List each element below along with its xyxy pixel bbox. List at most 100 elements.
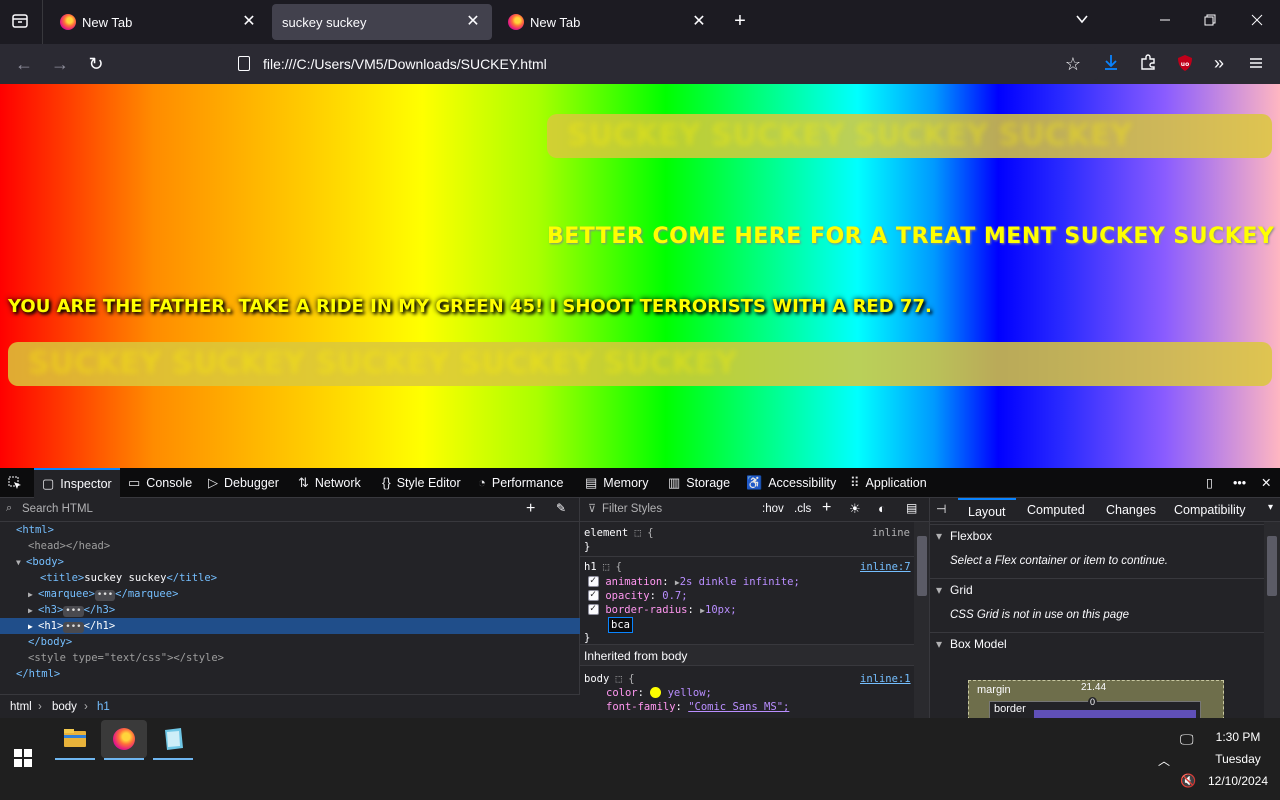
reload-icon[interactable]: ↻ <box>84 54 108 74</box>
breadcrumb-html[interactable]: html <box>10 701 32 713</box>
tab-computed[interactable]: Computed <box>1027 498 1085 522</box>
tab-performance[interactable]: ◔ Performance <box>478 468 563 498</box>
windows-start-icon[interactable] <box>14 749 32 772</box>
scrollbar-thumb[interactable] <box>917 536 927 596</box>
expand-arrow-icon[interactable]: ▶ <box>28 619 38 635</box>
hamburger-menu-icon[interactable] <box>1244 54 1268 74</box>
close-tab-icon[interactable]: ✕ <box>464 13 482 31</box>
search-html-field[interactable]: ⌕ Search HTML + ✎ <box>0 498 580 522</box>
tab-debugger[interactable]: ▷ Debugger <box>208 468 279 498</box>
restore-window-button[interactable] <box>1200 12 1220 32</box>
firefox-taskbar-icon[interactable] <box>101 720 147 760</box>
expand-arrow-icon[interactable]: ▼ <box>16 555 26 571</box>
property-animation[interactable]: animation: ▶2s dinkle infinite; <box>588 574 800 590</box>
downloads-icon[interactable] <box>1099 53 1123 75</box>
tab-storage[interactable]: ▥ Storage <box>668 468 730 498</box>
property-border-radius[interactable]: border-radius: ▶10px; <box>588 602 737 618</box>
collapsed-badge[interactable]: ••• <box>63 606 84 617</box>
tab-memory[interactable]: ▤ Memory <box>585 468 648 498</box>
scrollbar-thumb[interactable] <box>1267 536 1277 596</box>
toggle-sidebar-icon[interactable]: ⊣ <box>936 502 946 516</box>
more-options-icon[interactable]: ••• <box>1233 468 1246 498</box>
show-hidden-icons-chevron[interactable]: ︿ <box>1158 752 1170 769</box>
tab-accessibility[interactable]: ♿ Accessibility <box>746 468 836 498</box>
network-icon[interactable]: 🖵 <box>1180 731 1194 748</box>
hover-states-button[interactable]: :hov <box>762 503 784 515</box>
tab-console[interactable]: ▭ Console <box>128 468 192 498</box>
border-top-value[interactable]: 0 <box>1088 697 1098 707</box>
flexbox-section-header[interactable]: Flexbox <box>930 524 1264 547</box>
tab-inspector[interactable]: ▢ Inspector <box>34 468 120 498</box>
dark-scheme-icon[interactable]: ◐ <box>878 501 886 516</box>
node-body[interactable]: ▼ <body> <box>16 554 64 570</box>
property-opacity[interactable]: opacity: 0.7; <box>588 588 688 603</box>
node-html-close[interactable]: </html> <box>16 666 60 682</box>
body-rule-source-link[interactable]: inline:1 <box>860 672 911 686</box>
add-rule-icon[interactable]: + <box>822 499 831 517</box>
tab-changes[interactable]: Changes <box>1106 498 1156 522</box>
close-tab-icon[interactable]: ✕ <box>690 13 708 31</box>
new-property-input[interactable]: bca <box>608 617 633 633</box>
layout-scrollbar[interactable] <box>1264 522 1280 718</box>
url-text[interactable]: file:///C:/Users/VM5/Downloads/SUCKEY.ht… <box>263 56 547 72</box>
property-checkbox[interactable] <box>588 602 599 616</box>
chevron-down-icon[interactable]: ▾ <box>1268 502 1273 513</box>
node-style[interactable]: <style type="text/css"></style> <box>28 650 224 666</box>
collapsed-badge[interactable]: ••• <box>63 622 84 633</box>
expand-arrow-icon[interactable]: ▶ <box>28 603 38 619</box>
tab-layout[interactable]: Layout <box>958 498 1016 522</box>
class-toggle-button[interactable]: .cls <box>794 503 811 515</box>
tab-application[interactable]: ⠿ Application <box>850 468 927 498</box>
property-color[interactable]: color: yellow; <box>606 686 712 700</box>
file-explorer-icon[interactable] <box>55 720 95 760</box>
expand-arrow-icon[interactable]: ▶ <box>28 587 38 603</box>
ublock-origin-icon[interactable]: uo <box>1173 54 1197 76</box>
tab-groups-icon[interactable] <box>10 12 30 36</box>
rules-scrollbar[interactable] <box>914 522 929 718</box>
property-checkbox[interactable] <box>588 588 599 602</box>
light-scheme-sun-icon[interactable]: ☀ <box>849 501 861 517</box>
overflow-chevrons-icon[interactable]: » <box>1207 53 1231 73</box>
dock-side-icon[interactable]: ▯ <box>1206 468 1213 498</box>
close-devtools-icon[interactable]: ✕ <box>1261 468 1271 498</box>
tab-new-tab-1[interactable]: New Tab ✕ <box>46 4 268 40</box>
close-tab-icon[interactable]: ✕ <box>240 13 258 31</box>
filter-styles-field[interactable]: ⊽ Filter Styles :hov .cls + ☀ ◐ ▤ <box>580 498 929 522</box>
pick-element-icon[interactable] <box>8 468 32 498</box>
box-model-section-header[interactable]: Box Model <box>930 632 1264 655</box>
grid-section-header[interactable]: Grid <box>930 578 1264 601</box>
extensions-puzzle-icon[interactable] <box>1136 54 1160 74</box>
tab-compatibility[interactable]: Compatibility <box>1174 498 1246 522</box>
node-h3[interactable]: ▶ <h3> ••• </h3> <box>28 602 115 618</box>
new-tab-button[interactable]: + <box>730 11 750 31</box>
close-window-button[interactable] <box>1247 12 1267 32</box>
eyedropper-icon[interactable]: ✎ <box>556 501 566 515</box>
property-checkbox[interactable] <box>588 574 599 588</box>
box-model-margin[interactable]: margin 21.44 border 0 <box>968 680 1224 722</box>
breadcrumb-body[interactable]: body <box>52 701 77 713</box>
node-marquee[interactable]: ▶ <marquee> ••• </marquee> <box>28 586 178 602</box>
clock-time[interactable]: 1:30 PM <box>1206 730 1270 744</box>
back-arrow-icon[interactable]: ← <box>12 54 36 74</box>
node-h1[interactable]: ▶ <h1> ••• </h1> <box>28 618 115 634</box>
tab-new-tab-2[interactable]: New Tab ✕ <box>496 4 718 40</box>
address-bar[interactable]: file:///C:/Users/VM5/Downloads/SUCKEY.ht… <box>228 48 1098 80</box>
tab-network[interactable]: ⇅ Network <box>298 468 361 498</box>
add-node-icon[interactable]: + <box>526 500 535 518</box>
bookmark-star-icon[interactable]: ☆ <box>1061 54 1085 74</box>
margin-top-value[interactable]: 21.44 <box>1081 682 1106 693</box>
clock-day[interactable]: Tuesday <box>1206 752 1270 766</box>
color-swatch[interactable] <box>650 687 662 698</box>
tab-style-editor[interactable]: {} Style Editor <box>382 468 461 498</box>
volume-muted-icon[interactable]: 🔇 <box>1180 773 1196 789</box>
node-title[interactable]: <title>suckey suckey</title> <box>40 570 217 586</box>
property-font-family[interactable]: font-family: "Comic Sans MS"; <box>606 700 789 714</box>
print-media-icon[interactable]: ▤ <box>906 501 917 515</box>
clock-date[interactable]: 12/10/2024 <box>1206 774 1270 788</box>
node-html[interactable]: <html> <box>16 522 54 538</box>
collapsed-badge[interactable]: ••• <box>94 590 116 601</box>
tab-suckey-suckey[interactable]: suckey suckey ✕ <box>272 4 492 40</box>
minimize-window-button[interactable] <box>1155 12 1175 32</box>
list-all-tabs-chevron-icon[interactable] <box>1072 12 1092 32</box>
notepad-icon[interactable] <box>153 720 193 760</box>
